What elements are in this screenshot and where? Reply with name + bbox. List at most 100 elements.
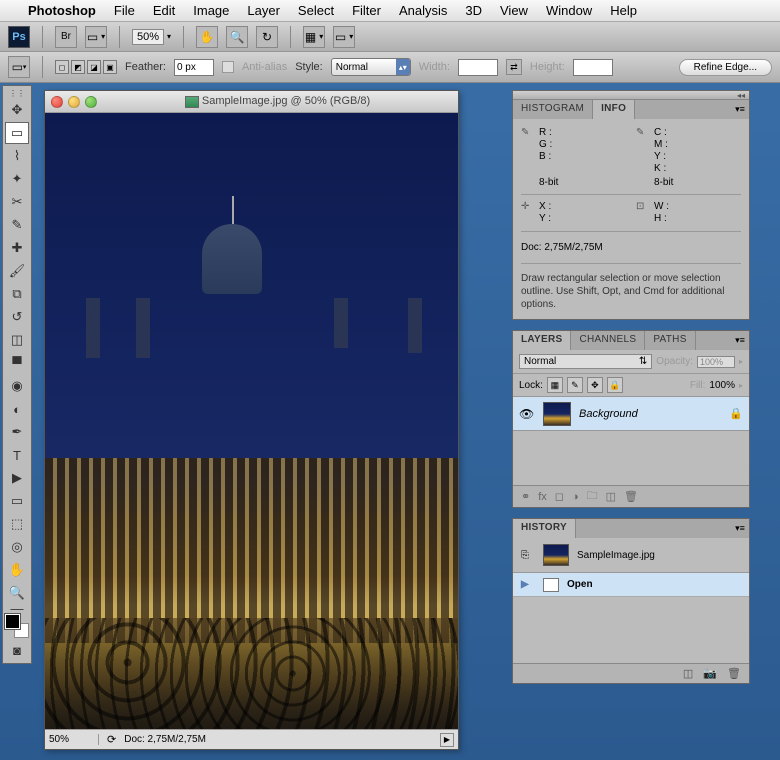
3d-camera-tool[interactable]: ◎ (5, 536, 29, 558)
document-canvas[interactable] (45, 113, 458, 729)
tab-histogram[interactable]: HISTOGRAM (513, 100, 593, 119)
color-swatches[interactable] (5, 614, 29, 638)
layer-mask-icon[interactable]: ◻ (555, 490, 564, 503)
marquee-tool-preset[interactable]: ▭ ▾ (8, 56, 30, 78)
bridge-icon[interactable]: Br (55, 26, 77, 48)
crop-tool[interactable]: ✂ (5, 191, 29, 213)
link-layers-icon[interactable]: ⚭ (521, 490, 530, 503)
layer-row[interactable]: 👁 Background 🔒 (513, 397, 749, 431)
menu-image[interactable]: Image (193, 3, 229, 18)
lock-position-icon[interactable]: ✥ (587, 377, 603, 393)
marquee-tool[interactable]: ▭ (5, 122, 29, 144)
adjustment-layer-icon[interactable]: ◑ (572, 491, 579, 503)
lock-all-icon[interactable]: 🔒 (607, 377, 623, 393)
window-close-icon[interactable] (51, 96, 63, 108)
delete-state-icon[interactable]: 🗑 (727, 667, 741, 680)
panel-menu-icon[interactable]: ▾≡ (731, 100, 749, 119)
history-item[interactable]: ▶ Open (513, 573, 749, 597)
new-snapshot-icon[interactable]: 📷 (703, 667, 717, 680)
zoom-tool-button[interactable]: 🔍 (226, 26, 248, 48)
menu-analysis[interactable]: Analysis (399, 3, 447, 18)
app-menu[interactable]: Photoshop (28, 3, 96, 18)
history-brush-tool[interactable]: ↺ (5, 306, 29, 328)
style-select[interactable]: Normal ▴▾ (331, 58, 411, 76)
selection-subtract-icon[interactable]: ◪ (87, 60, 101, 74)
lasso-tool[interactable]: ⌇ (5, 145, 29, 167)
blur-tool[interactable]: ◉ (5, 375, 29, 397)
menu-help[interactable]: Help (610, 3, 637, 18)
menu-layer[interactable]: Layer (247, 3, 280, 18)
screen-mode-2-button[interactable]: ▭ ▾ (333, 26, 355, 48)
hand-tool-button[interactable]: ✋ (196, 26, 218, 48)
move-tool[interactable]: ✥ (5, 99, 29, 121)
menu-file[interactable]: File (114, 3, 135, 18)
layer-thumbnail[interactable] (543, 402, 571, 426)
status-menu-icon[interactable]: ▶ (440, 733, 454, 747)
refine-edge-button[interactable]: Refine Edge... (679, 59, 772, 76)
layer-visibility-icon[interactable]: 👁 (519, 407, 535, 421)
history-snapshot-row[interactable]: ⎘ SampleImage.jpg (513, 538, 749, 573)
window-zoom-icon[interactable] (85, 96, 97, 108)
lock-pixels-icon[interactable]: ✎ (567, 377, 583, 393)
feather-input[interactable] (174, 59, 214, 76)
history-state-marker-icon[interactable]: ▶ (521, 579, 535, 590)
document-titlebar[interactable]: SampleImage.jpg @ 50% (RGB/8) (45, 91, 458, 113)
menu-3d[interactable]: 3D (465, 3, 482, 18)
new-document-from-state-icon[interactable]: ◫ (683, 667, 693, 680)
delete-layer-icon[interactable]: 🗑 (624, 490, 638, 503)
3d-tool[interactable]: ⬚ (5, 513, 29, 535)
blend-mode-select[interactable]: Normal⇅ (519, 354, 652, 369)
tab-layers[interactable]: LAYERS (513, 331, 571, 350)
status-zoom[interactable]: 50% (49, 734, 99, 745)
zoom-value[interactable]: 50% (132, 29, 164, 45)
screen-mode-button[interactable]: ▭ ▾ (85, 26, 107, 48)
layer-group-icon[interactable]: 🗀 (587, 487, 598, 506)
panel-menu-icon[interactable]: ▾≡ (731, 519, 749, 538)
tab-history[interactable]: HISTORY (513, 519, 576, 538)
new-layer-icon[interactable]: ◫ (606, 490, 616, 503)
grip-icon[interactable]: ⋮⋮ (5, 88, 29, 98)
document-proxy-icon[interactable] (185, 96, 199, 108)
tab-info[interactable]: INFO (593, 100, 635, 119)
layer-name[interactable]: Background (579, 408, 721, 420)
selection-add-icon[interactable]: ◩ (71, 60, 85, 74)
swap-wh-icon: ⇄ (506, 59, 522, 75)
layer-fx-icon[interactable]: fx (538, 491, 547, 503)
rotate-view-button[interactable]: ↻ (256, 26, 278, 48)
panel-collapse-icon[interactable]: ◂◂ (737, 91, 745, 100)
gradient-tool[interactable]: ▀ (5, 352, 29, 374)
quick-select-tool[interactable]: ✦ (5, 168, 29, 190)
history-brush-marker-icon[interactable]: ⎘ (521, 550, 535, 561)
type-tool[interactable]: T (5, 444, 29, 466)
window-minimize-icon[interactable] (68, 96, 80, 108)
menu-select[interactable]: Select (298, 3, 334, 18)
arrange-documents-button[interactable]: ▦ ▾ (303, 26, 325, 48)
pen-tool[interactable]: ✒ (5, 421, 29, 443)
menu-view[interactable]: View (500, 3, 528, 18)
status-doc-size[interactable]: Doc: 2,75M/2,75M (124, 734, 206, 745)
status-sync-icon[interactable]: ⟳ (107, 733, 116, 746)
healing-brush-tool[interactable]: ✚ (5, 237, 29, 259)
tab-paths[interactable]: PATHS (645, 331, 695, 350)
path-select-tool[interactable]: ▶ (5, 467, 29, 489)
dodge-tool[interactable]: ◐ (5, 398, 29, 420)
quick-mask-tool[interactable]: ◙ (5, 639, 29, 661)
brush-tool[interactable]: 🖌 (5, 260, 29, 282)
menu-edit[interactable]: Edit (153, 3, 175, 18)
selection-new-icon[interactable]: ◻ (55, 60, 69, 74)
tab-channels[interactable]: CHANNELS (571, 331, 645, 350)
opacity-input: 100% (697, 356, 735, 368)
clone-stamp-tool[interactable]: ⧉ (5, 283, 29, 305)
eraser-tool[interactable]: ◫ (5, 329, 29, 351)
hand-tool[interactable]: ✋ (5, 559, 29, 581)
panel-menu-icon[interactable]: ▾≡ (731, 331, 749, 350)
lock-transparency-icon[interactable]: ▦ (547, 377, 563, 393)
eyedropper-tool[interactable]: ✎ (5, 214, 29, 236)
zoom-combo[interactable]: 50% ▾ (132, 29, 171, 45)
menu-filter[interactable]: Filter (352, 3, 381, 18)
photoshop-icon[interactable]: Ps (8, 26, 30, 48)
selection-intersect-icon[interactable]: ▣ (103, 60, 117, 74)
shape-tool[interactable]: ▭ (5, 490, 29, 512)
foreground-color-swatch[interactable] (5, 614, 20, 629)
menu-window[interactable]: Window (546, 3, 592, 18)
